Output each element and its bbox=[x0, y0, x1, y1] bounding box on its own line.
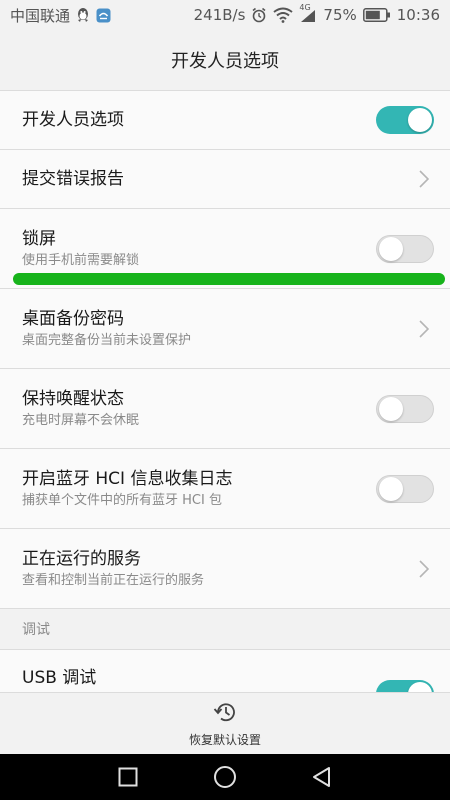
alarm-icon bbox=[251, 7, 267, 23]
usb-debugging-toggle[interactable] bbox=[376, 680, 434, 692]
status-left: 中国联通 bbox=[10, 5, 194, 26]
home-icon bbox=[213, 766, 236, 788]
row-title: 提交错误报告 bbox=[22, 169, 124, 189]
usb-debugging-row[interactable]: USB 调试 bbox=[0, 650, 450, 692]
desktop-backup-password-row[interactable]: 桌面备份密码 桌面完整备份当前未设置保护 bbox=[0, 289, 450, 369]
chevron-right-icon bbox=[414, 319, 434, 339]
status-right: 241B/s 4G 75% 10:36 bbox=[193, 3, 440, 24]
toggle-knob bbox=[379, 396, 403, 421]
title-bar: 开发人员选项 bbox=[0, 30, 450, 90]
back-button[interactable] bbox=[302, 757, 342, 797]
row-subtitle: 使用手机前需要解锁 bbox=[22, 252, 140, 268]
home-button[interactable] bbox=[205, 757, 245, 797]
row-text: 提交错误报告 bbox=[22, 168, 414, 190]
restore-defaults-button[interactable]: 恢复默认设置 bbox=[189, 699, 261, 748]
section-header-label: 调试 bbox=[22, 622, 50, 638]
row-title: 保持唤醒状态 bbox=[22, 388, 124, 409]
toggle-knob bbox=[379, 236, 403, 261]
row-subtitle: 充电时屏幕不会休眠 bbox=[22, 412, 140, 428]
toggle-knob bbox=[408, 682, 432, 692]
running-services-row[interactable]: 正在运行的服务 查看和控制当前正在运行的服务 bbox=[0, 529, 450, 609]
stay-awake-toggle[interactable] bbox=[376, 394, 434, 423]
debug-section-header: 调试 bbox=[0, 609, 450, 650]
stay-awake-row[interactable]: 保持唤醒状态 充电时屏幕不会休眠 bbox=[0, 369, 450, 449]
row-text: 保持唤醒状态 充电时屏幕不会休眠 bbox=[22, 388, 376, 430]
bottom-action-bar: 恢复默认设置 bbox=[0, 692, 450, 754]
row-title: USB 调试 bbox=[22, 668, 97, 688]
developer-options-row[interactable]: 开发人员选项 bbox=[0, 91, 450, 150]
row-text: 开发人员选项 bbox=[22, 109, 376, 131]
battery-percent: 75% bbox=[323, 6, 357, 24]
submit-bug-report-row[interactable]: 提交错误报告 bbox=[0, 150, 450, 209]
row-text: 开启蓝牙 HCI 信息收集日志 捕获单个文件中的所有蓝牙 HCI 包 bbox=[22, 468, 376, 510]
developer-options-toggle[interactable] bbox=[376, 106, 434, 134]
toggle-knob bbox=[408, 108, 432, 132]
row-text: USB 调试 bbox=[22, 667, 376, 689]
screen: 中国联通 241B/s 4G 75% 10:36 开发人员选项 开发人员选项 提… bbox=[0, 0, 450, 800]
bluetooth-hci-log-row[interactable]: 开启蓝牙 HCI 信息收集日志 捕获单个文件中的所有蓝牙 HCI 包 bbox=[0, 449, 450, 529]
net-speed: 241B/s bbox=[193, 6, 246, 24]
navigation-bar bbox=[0, 754, 450, 800]
row-title: 正在运行的服务 bbox=[22, 548, 141, 569]
recent-apps-button[interactable] bbox=[108, 757, 148, 797]
restore-defaults-label: 恢复默认设置 bbox=[188, 733, 261, 747]
chevron-right-icon bbox=[414, 559, 434, 579]
recent-apps-icon bbox=[118, 767, 138, 787]
bluetooth-hci-log-toggle[interactable] bbox=[376, 474, 434, 503]
signal-type: 4G bbox=[299, 3, 311, 12]
row-text: 正在运行的服务 查看和控制当前正在运行的服务 bbox=[22, 548, 414, 590]
row-title: 桌面备份密码 bbox=[22, 308, 124, 329]
qq-icon bbox=[76, 7, 90, 23]
status-bar: 中国联通 241B/s 4G 75% 10:36 bbox=[0, 0, 450, 30]
page-title: 开发人员选项 bbox=[171, 51, 279, 72]
signal-icon: 4G bbox=[299, 3, 317, 23]
wifi-icon bbox=[273, 7, 294, 23]
carrier-name: 中国联通 bbox=[10, 6, 71, 25]
clock: 10:36 bbox=[396, 6, 440, 24]
chevron-right-icon bbox=[414, 169, 434, 189]
row-text: 桌面备份密码 桌面完整备份当前未设置保护 bbox=[22, 308, 414, 350]
battery-icon bbox=[362, 8, 391, 22]
row-subtitle: 捕获单个文件中的所有蓝牙 HCI 包 bbox=[22, 492, 222, 508]
row-title: 开发人员选项 bbox=[22, 110, 124, 130]
toggle-knob bbox=[379, 476, 403, 501]
settings-list: 开发人员选项 提交错误报告 锁屏 使用手机前需要解锁 桌面备份密码 桌面完整备份… bbox=[0, 90, 450, 692]
back-icon bbox=[312, 767, 330, 787]
restore-history-icon bbox=[211, 699, 239, 729]
row-subtitle: 桌面完整备份当前未设置保护 bbox=[22, 332, 192, 348]
row-title: 锁屏 bbox=[22, 228, 56, 249]
lock-screen-toggle[interactable] bbox=[376, 234, 434, 263]
row-title: 开启蓝牙 HCI 信息收集日志 bbox=[22, 468, 233, 489]
row-text: 锁屏 使用手机前需要解锁 bbox=[22, 228, 376, 270]
app-notification-icon bbox=[96, 8, 111, 23]
row-subtitle: 查看和控制当前正在运行的服务 bbox=[22, 572, 205, 588]
highlight-underline bbox=[13, 273, 445, 285]
